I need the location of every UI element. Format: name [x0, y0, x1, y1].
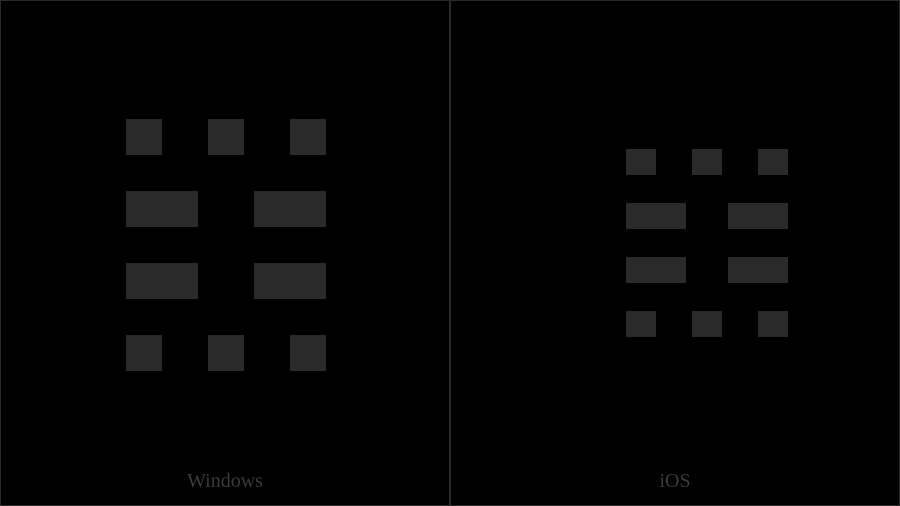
glyph-row [626, 149, 788, 175]
glyph-segment [208, 119, 244, 155]
glyph-segment [692, 311, 722, 337]
glyph-panel-ios: iOS [450, 0, 900, 506]
glyph-segment [254, 263, 326, 299]
tetragram-glyph-windows [126, 119, 326, 371]
glyph-segment [254, 191, 326, 227]
glyph-segment [626, 257, 686, 283]
glyph-segment [126, 335, 162, 371]
glyph-segment [126, 119, 162, 155]
glyph-segment [290, 119, 326, 155]
glyph-row [126, 263, 326, 299]
glyph-row [126, 335, 326, 371]
glyph-row [126, 191, 326, 227]
glyph-segment [126, 191, 198, 227]
glyph-segment [692, 149, 722, 175]
glyph-row [626, 203, 788, 229]
panel-caption-windows: Windows [1, 470, 449, 493]
glyph-container: iOS [451, 1, 899, 505]
glyph-row [626, 257, 788, 283]
glyph-row [126, 119, 326, 155]
glyph-segment [626, 149, 656, 175]
glyph-segment [208, 335, 244, 371]
glyph-segment [626, 203, 686, 229]
glyph-segment [728, 257, 788, 283]
glyph-segment [290, 335, 326, 371]
glyph-segment [626, 311, 656, 337]
tetragram-glyph-ios [626, 149, 788, 337]
glyph-panel-windows: Windows [0, 0, 450, 506]
glyph-segment [758, 149, 788, 175]
glyph-container: Windows [1, 1, 449, 505]
panel-caption-ios: iOS [451, 470, 899, 493]
glyph-segment [728, 203, 788, 229]
glyph-segment [126, 263, 198, 299]
glyph-row [626, 311, 788, 337]
glyph-segment [758, 311, 788, 337]
